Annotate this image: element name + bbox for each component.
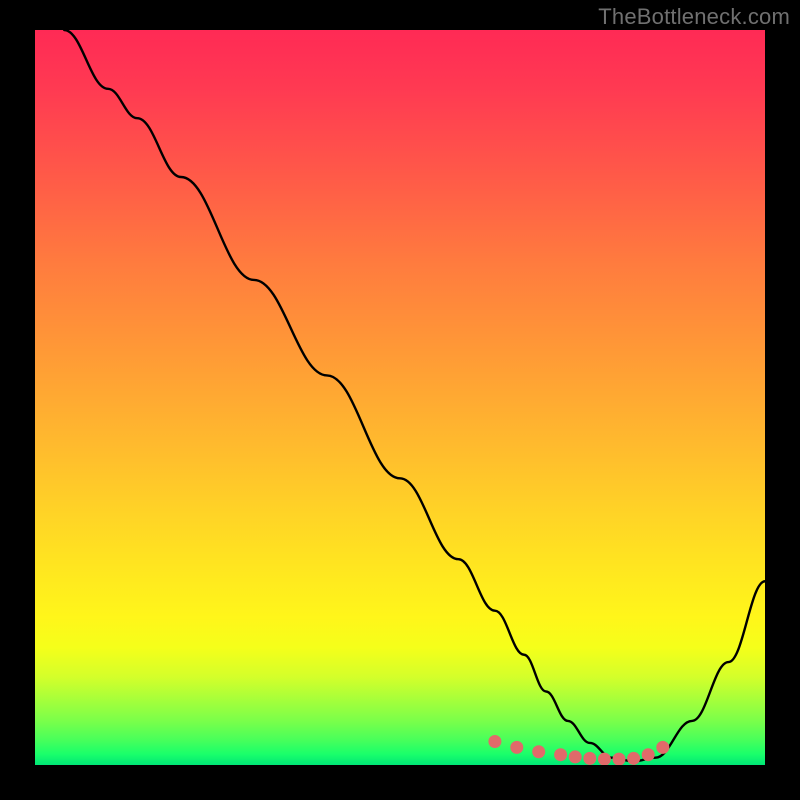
curve-svg [35, 30, 765, 765]
flat-marker-dot [613, 753, 626, 765]
watermark-text: TheBottleneck.com [598, 4, 790, 30]
bottleneck-curve-path [64, 30, 765, 761]
flat-marker-dot [488, 735, 501, 748]
plot-area [35, 30, 765, 765]
flat-marker-dot [656, 741, 669, 754]
flat-marker-dot [627, 752, 640, 765]
flat-marker-dot [642, 748, 655, 761]
flat-marker-dot [583, 752, 596, 765]
chart-frame: TheBottleneck.com [0, 0, 800, 800]
flat-marker-dot [569, 750, 582, 763]
flat-marker-dot [598, 753, 611, 765]
flat-marker-dot [554, 748, 567, 761]
flat-marker-dot [510, 741, 523, 754]
flat-marker-dot [532, 745, 545, 758]
